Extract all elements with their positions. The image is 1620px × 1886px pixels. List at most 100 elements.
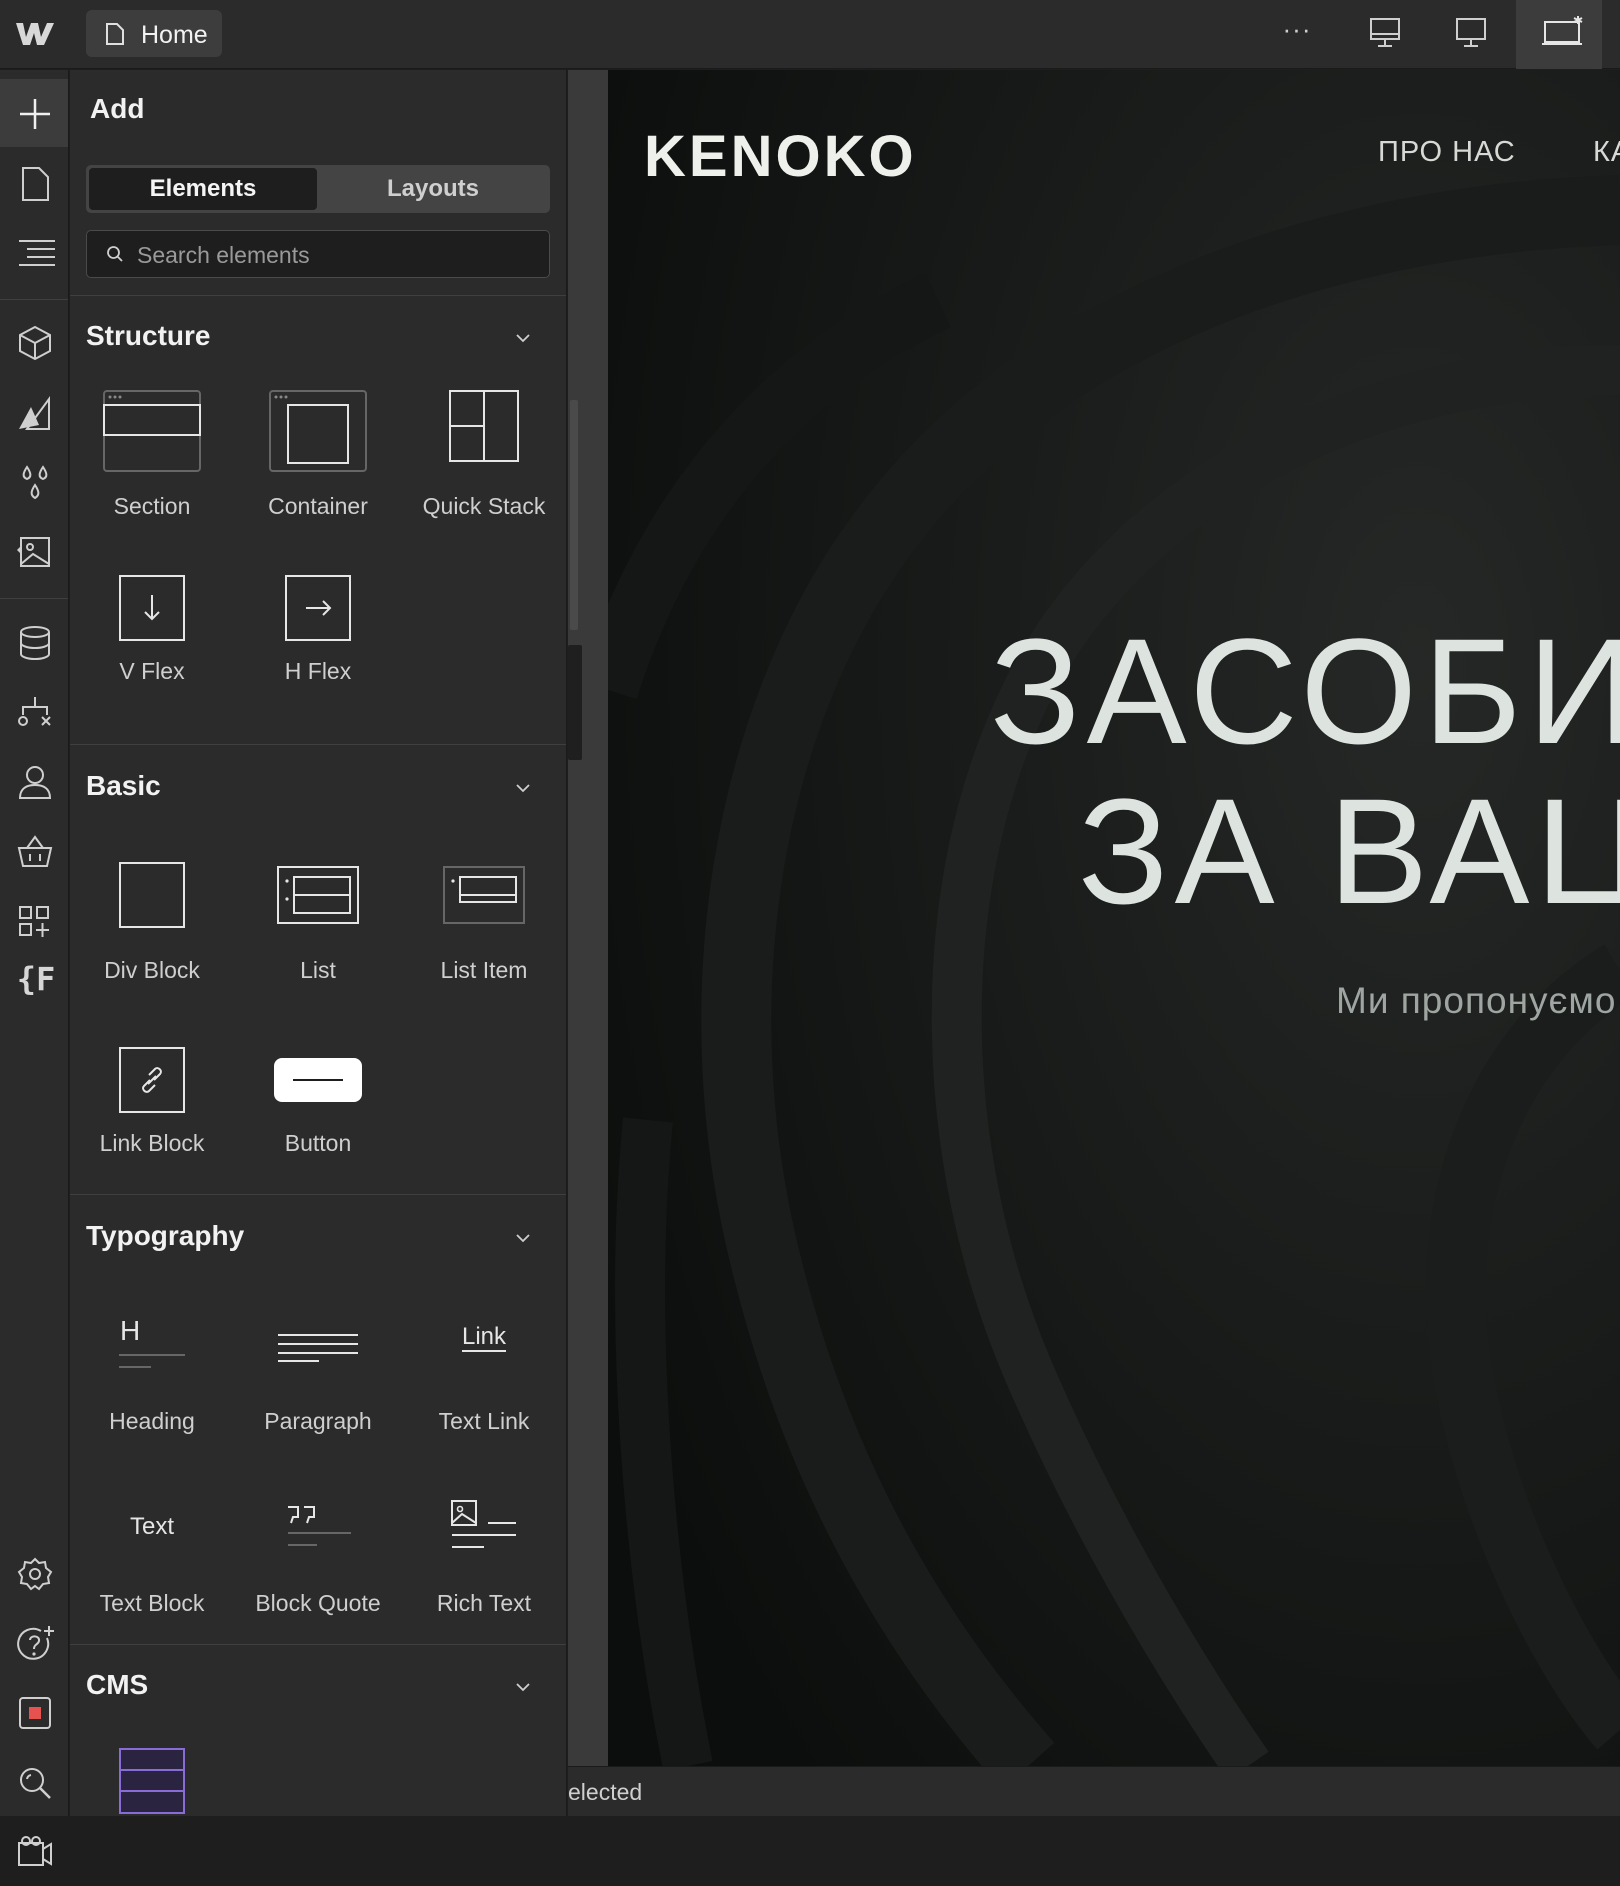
- element-h-flex[interactable]: H Flex: [238, 575, 398, 750]
- element-label: Block Quote: [255, 1590, 381, 1616]
- breakpoint-desktop-button[interactable]: [1428, 0, 1514, 69]
- element-label: Rich Text: [436, 1590, 532, 1616]
- chevron-down-icon[interactable]: [516, 333, 530, 343]
- finsweet-attributes-icon[interactable]: {F: [14, 960, 58, 998]
- hero-title-line-2: ЗА ВАЦ: [1078, 767, 1620, 935]
- element-list[interactable]: List: [238, 862, 398, 1037]
- search-input[interactable]: [135, 237, 539, 273]
- element-text-link[interactable]: Link Text Link: [404, 1315, 564, 1490]
- element-label: Button: [284, 1130, 352, 1156]
- cms-button[interactable]: [0, 608, 68, 676]
- settings-button[interactable]: [0, 1539, 68, 1607]
- status-bar: elected: [568, 1766, 1620, 1816]
- more-options-button[interactable]: ···: [1282, 14, 1312, 50]
- help-button[interactable]: [0, 1609, 68, 1677]
- nav-link-about[interactable]: ПРО НАС: [1378, 136, 1516, 169]
- add-panel-button[interactable]: [0, 79, 68, 147]
- chevron-down-icon[interactable]: [516, 1233, 530, 1243]
- site-preview[interactable]: KENOKO ПРО НАС КА ЗАСОБИ ЗА ВАЦ Ми пропо…: [608, 70, 1620, 1766]
- element-paragraph[interactable]: Paragraph: [238, 1315, 398, 1490]
- search-icon: [20, 1768, 51, 1799]
- link-block-element-icon: [119, 1047, 185, 1113]
- droplets-icon: [22, 465, 48, 500]
- components-button[interactable]: [0, 308, 68, 376]
- element-text-block[interactable]: Text Text Block: [72, 1499, 232, 1674]
- ecommerce-button[interactable]: [0, 817, 68, 885]
- element-rich-text[interactable]: Rich Text: [404, 1499, 564, 1674]
- element-v-flex[interactable]: V Flex: [72, 575, 232, 750]
- element-block-quote[interactable]: Block Quote: [238, 1499, 398, 1674]
- video-tutorials-button[interactable]: [0, 1818, 68, 1886]
- help-sparkle-icon: [17, 1626, 54, 1660]
- section-element-icon: [103, 390, 201, 472]
- plus-icon: [20, 99, 50, 129]
- list-item-element-icon: [443, 866, 525, 924]
- heading-lines-icon: [119, 1354, 185, 1368]
- element-container[interactable]: Container: [238, 390, 398, 565]
- style-selector-icon: [19, 395, 50, 430]
- chevron-down-icon[interactable]: [516, 783, 530, 793]
- element-collection-list[interactable]: [72, 1748, 232, 1816]
- section-header-cms[interactable]: CMS: [86, 1669, 148, 1701]
- search-icon: [107, 246, 123, 262]
- webflow-logo-icon[interactable]: [14, 17, 56, 49]
- record-button[interactable]: [0, 1678, 68, 1746]
- laptop-star-icon: [1542, 16, 1583, 45]
- nav-link-catalog[interactable]: КА: [1593, 136, 1620, 169]
- paragraph-icon: [278, 1334, 358, 1362]
- pages-button[interactable]: [0, 149, 68, 217]
- selection-status: elected: [568, 1779, 643, 1805]
- variables-button[interactable]: [0, 448, 68, 516]
- image-icon: [17, 537, 50, 567]
- site-logo[interactable]: KENOKO: [644, 123, 917, 190]
- page-icon: [106, 23, 124, 45]
- collection-list-icon: [119, 1748, 185, 1814]
- rich-text-icon: [451, 1500, 516, 1548]
- tab-elements[interactable]: Elements: [89, 168, 317, 210]
- users-button[interactable]: [0, 747, 68, 815]
- style-selectors-button[interactable]: [0, 378, 68, 446]
- flow-icon: [18, 697, 51, 726]
- element-label: Text Block: [99, 1590, 205, 1616]
- audit-button[interactable]: [0, 1748, 68, 1816]
- canvas-side-tab[interactable]: [568, 400, 582, 760]
- element-link-block[interactable]: Link Block: [72, 1047, 232, 1222]
- chevron-down-icon[interactable]: [516, 1682, 530, 1692]
- element-list-item[interactable]: List Item: [404, 862, 564, 1037]
- section-header-typography[interactable]: Typography: [86, 1220, 244, 1252]
- top-bar: Home ···: [0, 0, 1620, 69]
- element-quick-stack[interactable]: Quick Stack: [404, 390, 564, 565]
- search-field: [86, 230, 550, 278]
- button-element-icon: [274, 1058, 362, 1102]
- element-label: Div Block: [104, 957, 200, 983]
- desktop-icon: [1456, 18, 1486, 47]
- hero-subtitle: Ми пропонуємо: [1336, 980, 1617, 1021]
- section-header-structure[interactable]: Structure: [86, 320, 210, 352]
- breakpoint-large-desktop-button[interactable]: [1342, 0, 1428, 69]
- div-block-element-icon: [119, 862, 185, 928]
- navigator-button[interactable]: [0, 218, 68, 286]
- element-div-block[interactable]: Div Block: [72, 862, 232, 1037]
- assets-button[interactable]: [0, 517, 68, 585]
- element-label: Link Block: [99, 1130, 205, 1156]
- logic-button[interactable]: [0, 678, 68, 746]
- tab-layouts[interactable]: Layouts: [319, 168, 547, 210]
- heading-glyph: H: [120, 1315, 141, 1346]
- element-button[interactable]: Button: [238, 1047, 398, 1222]
- page-icon: [22, 167, 49, 201]
- element-label: Heading: [109, 1408, 195, 1434]
- apps-icon: [19, 906, 49, 937]
- element-section[interactable]: Section: [72, 390, 232, 565]
- block-quote-icon: [288, 1506, 351, 1546]
- element-heading[interactable]: H Heading: [72, 1315, 232, 1490]
- apps-button[interactable]: [0, 887, 68, 955]
- gear-icon: [17, 1557, 53, 1591]
- page-selector-button[interactable]: Home: [86, 10, 222, 57]
- container-element-icon: [269, 390, 367, 472]
- element-label: H Flex: [284, 658, 352, 684]
- text-glyph: Text: [129, 1513, 174, 1540]
- database-icon: [20, 626, 50, 661]
- section-header-basic[interactable]: Basic: [86, 770, 161, 802]
- add-panel: Add Elements Layouts Structure Section C…: [70, 70, 567, 1816]
- breakpoint-base-button[interactable]: [1516, 0, 1602, 69]
